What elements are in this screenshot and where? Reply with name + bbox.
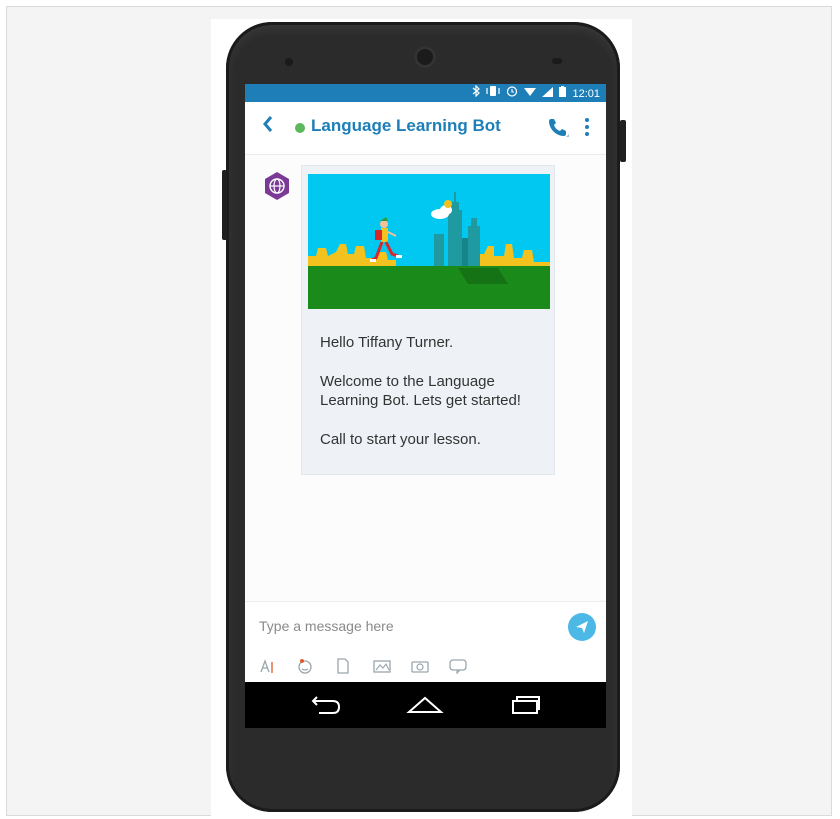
android-navigation-bar: [245, 682, 606, 728]
battery-icon: [559, 85, 567, 102]
back-icon: [311, 696, 341, 714]
signal-icon: [542, 86, 554, 102]
text-format-icon[interactable]: [259, 658, 275, 677]
power-button: [620, 120, 626, 162]
hero-illustration: [308, 174, 550, 309]
nav-recents-button[interactable]: [505, 692, 545, 718]
send-button[interactable]: [568, 613, 596, 641]
bot-avatar: [262, 171, 292, 201]
front-camera: [414, 46, 436, 68]
nav-back-button[interactable]: [305, 692, 345, 718]
alarm-icon: [506, 85, 518, 102]
emoji-icon[interactable]: [297, 658, 313, 677]
back-button[interactable]: [261, 114, 275, 140]
message-card: Hello Tiffany Turner. Welcome to the Lan…: [301, 165, 555, 475]
status-bar: 12:01: [245, 84, 606, 102]
nav-home-button[interactable]: [403, 692, 444, 718]
message-composer: Type a message here: [245, 601, 606, 682]
speaker-dot: [285, 58, 293, 66]
instruction-text: Call to start your lesson.: [320, 431, 481, 448]
welcome-text: Welcome to the Language Learning Bot. Le…: [320, 373, 521, 409]
more-vertical-icon: [585, 118, 589, 136]
send-icon: [576, 621, 588, 633]
greeting-text: Hello Tiffany Turner.: [320, 334, 454, 351]
composer-toolbar: [259, 658, 467, 677]
message-text: Hello Tiffany Turner. Welcome to the Lan…: [320, 333, 545, 469]
bluetooth-icon: [472, 84, 481, 102]
presence-indicator: [295, 123, 305, 133]
more-options-button[interactable]: [583, 116, 591, 138]
phone-icon: [549, 119, 569, 137]
file-icon[interactable]: [335, 658, 351, 677]
proximity-sensor: [552, 58, 562, 64]
status-time: 12:01: [572, 87, 600, 100]
phone-screen: 12:01 Language Learning Bot Hello Tiffan…: [245, 84, 606, 682]
vibrate-icon: [486, 85, 501, 102]
chat-header: Language Learning Bot: [245, 102, 606, 155]
message-area[interactable]: Hello Tiffany Turner. Welcome to the Lan…: [245, 155, 606, 601]
home-icon: [406, 696, 444, 713]
globe-icon: [265, 172, 289, 200]
camera-icon[interactable]: [411, 658, 429, 677]
recents-icon: [512, 696, 540, 714]
call-button[interactable]: [546, 116, 570, 145]
chat-icon[interactable]: [449, 658, 467, 677]
wifi-icon: [524, 86, 537, 102]
message-input[interactable]: Type a message here: [259, 618, 394, 634]
image-icon[interactable]: [373, 658, 391, 677]
contact-name[interactable]: Language Learning Bot: [311, 116, 501, 136]
volume-button: [222, 170, 227, 240]
